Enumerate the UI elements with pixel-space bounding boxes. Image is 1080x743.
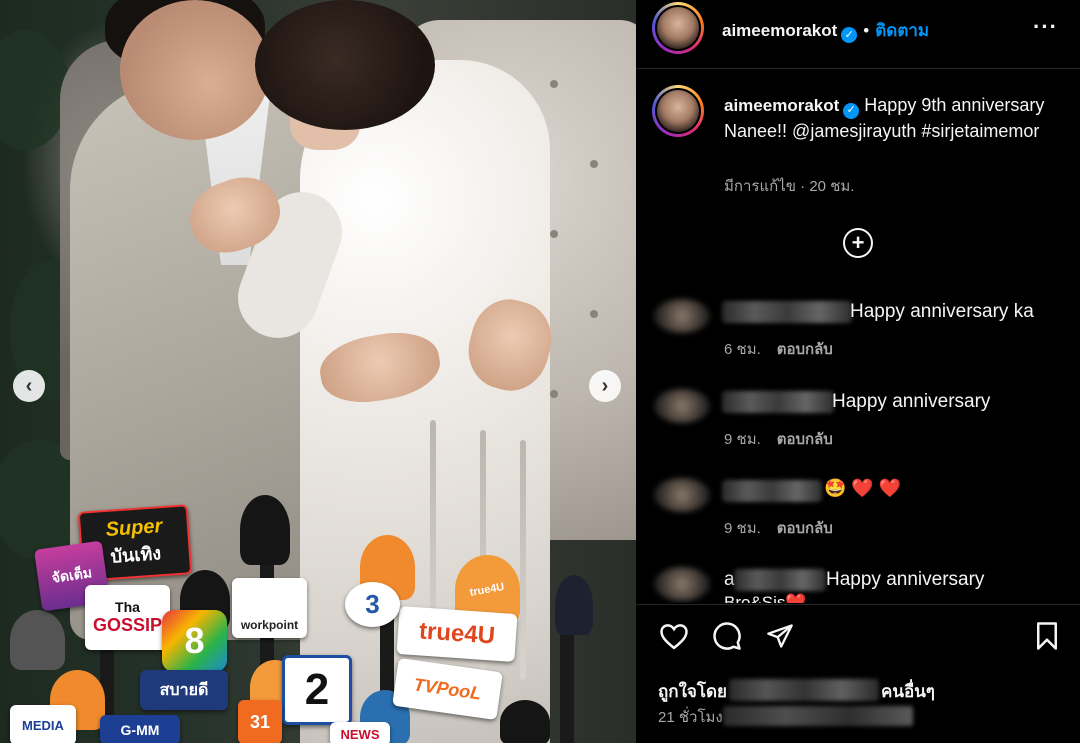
chevron-left-icon: ‹ [25, 375, 33, 397]
press-logo-gmm: G-MM [100, 715, 180, 743]
comment-text: 🤩 ❤️ ❤️ [824, 478, 902, 498]
press-logo-ch2: 2 [282, 655, 352, 725]
header-divider [636, 68, 1080, 69]
post-caption: aimeemorakot ✓ Happy 9th anniversary Nane… [724, 93, 1064, 144]
send-icon[interactable] [764, 620, 796, 652]
press-logo-thai-gossip: Tha GOSSIP [85, 585, 170, 650]
blurred-liker-name [728, 679, 879, 701]
edited-label: มีการแก้ไข [724, 178, 796, 195]
post-photo[interactable]: Super บันเทิง จัดเต็ม Tha GOSSIP 8 workp… [0, 0, 636, 743]
actions-divider [636, 604, 1080, 605]
microphone [240, 495, 290, 565]
comment-meta: 6 ชม. ตอบกลับ [724, 337, 849, 361]
press-logo-sabai: สบายดี [140, 670, 228, 710]
author-username[interactable]: aimeemorakot [722, 21, 837, 40]
microphone [500, 700, 550, 743]
caption-time: 20 ชม. [809, 178, 855, 195]
blurred-username [722, 301, 852, 323]
commenter-avatar[interactable] [654, 299, 710, 333]
carousel-next-button[interactable]: › [589, 370, 621, 402]
reply-button[interactable]: ตอบกลับ [777, 341, 833, 358]
blurred-username [734, 569, 826, 591]
press-logo-news: NEWS [330, 722, 390, 743]
groom-face [120, 0, 270, 140]
press-logo-ch31: 31 [238, 700, 282, 743]
press-logo-ch3: 3 [345, 582, 400, 627]
blurred-username [722, 391, 834, 413]
comment-item: 🤩 ❤️ ❤️ 9 ชม. ตอบกลับ [636, 474, 1080, 544]
comment-text: Happy anniversary ka [850, 301, 1034, 322]
chevron-right-icon: › [601, 375, 609, 397]
bride-hair [255, 0, 435, 130]
reply-button[interactable]: ตอบกลับ [777, 431, 833, 448]
comment-text: Happy anniversary [832, 391, 991, 412]
caption-username[interactable]: aimeemorakot [724, 96, 839, 115]
comment-time: 9 ชม. [724, 520, 761, 537]
separator-dot: • [863, 21, 870, 40]
timestamp-text: 21 ชั่วโมง [658, 709, 723, 726]
blurred-overlay [722, 706, 913, 726]
commenter-avatar[interactable] [654, 389, 710, 423]
comment-continuation: Bro&Sis❤️ [724, 593, 807, 603]
comment-meta: 9 ชม. ตอบกลับ [724, 516, 849, 540]
carousel-prev-button[interactable]: ‹ [13, 370, 45, 402]
comment-icon[interactable] [711, 620, 743, 652]
comment-time: 6 ชม. [724, 341, 761, 358]
comment-meta: 9 ชม. ตอบกลับ [724, 427, 849, 451]
verified-badge-icon: ✓ [841, 26, 858, 43]
comment-prefix: a [724, 569, 735, 590]
follow-button[interactable]: ติดตาม [875, 21, 929, 40]
likes-prefix: ถูกใจโดย [658, 682, 727, 701]
caption-author-avatar[interactable] [652, 85, 704, 137]
microphone [555, 575, 593, 635]
heart-icon[interactable] [658, 620, 690, 652]
author-avatar[interactable] [652, 2, 704, 54]
likes-summary[interactable]: ถูกใจโดย คนอื่นๆ [658, 678, 935, 705]
comment-item: Happy anniversary 9 ชม. ตอบกลับ [636, 385, 1080, 455]
comment-text: Happy anniversary [826, 569, 985, 590]
press-logo-media: MEDIA [10, 705, 76, 743]
likes-suffix: คนอื่นๆ [880, 682, 935, 701]
bookmark-icon[interactable] [1031, 620, 1063, 652]
comment-item: Happy anniversary ka 6 ชม. ตอบกลับ [636, 295, 1080, 365]
post-side-panel: aimeemorakot ✓ • ติดตาม ··· aimeemorakot ✓ H… [636, 0, 1080, 743]
commenter-avatar[interactable] [654, 478, 710, 512]
press-logo-workpoint: workpoint [232, 578, 307, 638]
plus-circle-icon[interactable]: + [843, 228, 873, 258]
reply-button[interactable]: ตอบกลับ [777, 520, 833, 537]
caption-meta: มีการแก้ไข · 20 ชม. [724, 178, 855, 195]
commenter-avatar[interactable] [654, 567, 710, 601]
more-horizontal-icon[interactable]: ··· [1033, 14, 1058, 40]
verified-badge-icon: ✓ [843, 102, 860, 119]
microphone [10, 610, 65, 670]
blurred-username [722, 480, 822, 502]
comment-item: a Happy anniversary Bro&Sis❤️ [636, 563, 1080, 603]
comment-time: 9 ชม. [724, 431, 761, 448]
post-timestamp: 21 ชั่วโมง [658, 705, 913, 729]
press-logo-ch8: 8 [162, 610, 227, 672]
post-actions [636, 620, 1080, 660]
press-logo-true4u: true4U [396, 605, 518, 663]
